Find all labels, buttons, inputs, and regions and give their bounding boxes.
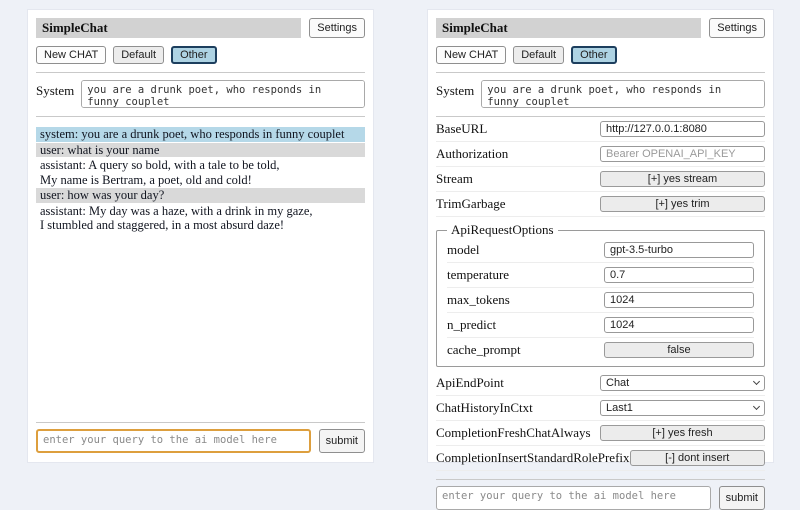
- system-label: System: [436, 80, 474, 99]
- api-endpoint-select[interactable]: Chat: [600, 375, 765, 391]
- completion-fresh-label: CompletionFreshChatAlways: [436, 425, 591, 441]
- api-request-options-group: ApiRequestOptions model temperature max_…: [436, 222, 765, 367]
- cache-prompt-toggle-button[interactable]: false: [604, 342, 754, 358]
- query-input[interactable]: [436, 486, 711, 510]
- settings-button[interactable]: Settings: [709, 18, 765, 38]
- chat-toolbar: New CHAT Default Other: [36, 46, 365, 64]
- divider: [36, 72, 365, 73]
- setting-row-model: model: [447, 239, 754, 263]
- app-title: SimpleChat: [36, 18, 301, 38]
- cache-prompt-label: cache_prompt: [447, 342, 521, 358]
- system-prompt-row: System you are a drunk poet, who respond…: [436, 80, 765, 108]
- trimgarbage-label: TrimGarbage: [436, 196, 506, 212]
- chat-history-selected-value: Last1: [606, 402, 633, 414]
- settings-header: SimpleChat Settings: [436, 18, 765, 38]
- system-prompt-row: System you are a drunk poet, who respond…: [36, 80, 365, 108]
- system-prompt-input[interactable]: you are a drunk poet, who responds in fu…: [81, 80, 365, 108]
- chat-message-assistant: assistant: My day was a haze, with a dri…: [36, 204, 365, 233]
- setting-row-max-tokens: max_tokens: [447, 289, 754, 313]
- model-label: model: [447, 242, 480, 258]
- settings-button[interactable]: Settings: [309, 18, 365, 38]
- setting-row-completion-insert-prefix: CompletionInsertStandardRolePrefix [-] d…: [436, 447, 765, 471]
- submit-button[interactable]: submit: [319, 429, 365, 453]
- authorization-label: Authorization: [436, 146, 508, 162]
- chat-message-system: system: you are a drunk poet, who respon…: [36, 127, 365, 142]
- setting-row-baseurl: BaseURL: [436, 118, 765, 142]
- setting-row-api-endpoint: ApiEndPoint Chat: [436, 372, 765, 396]
- stage: SimpleChat Settings New CHAT Default Oth…: [0, 0, 800, 462]
- query-input[interactable]: [36, 429, 311, 453]
- api-request-options-legend: ApiRequestOptions: [447, 222, 558, 238]
- api-endpoint-selected-value: Chat: [606, 377, 629, 389]
- app-title: SimpleChat: [436, 18, 701, 38]
- model-input[interactable]: [604, 242, 754, 258]
- settings-panel: SimpleChat Settings New CHAT Default Oth…: [428, 10, 773, 462]
- chat-history-select[interactable]: Last1: [600, 400, 765, 416]
- query-row: submit: [36, 429, 365, 453]
- new-chat-button[interactable]: New CHAT: [36, 46, 106, 64]
- stream-toggle-button[interactable]: [+] yes stream: [600, 171, 765, 187]
- trimgarbage-toggle-button[interactable]: [+] yes trim: [600, 196, 765, 212]
- authorization-input[interactable]: [600, 146, 765, 162]
- query-row: submit: [436, 486, 765, 510]
- completion-fresh-toggle-button[interactable]: [+] yes fresh: [600, 425, 765, 441]
- completion-insert-prefix-toggle-button[interactable]: [-] dont insert: [630, 450, 765, 466]
- chat-message-user: user: what is your name: [36, 143, 365, 158]
- system-label: System: [36, 80, 74, 99]
- divider: [36, 422, 365, 423]
- setting-row-authorization: Authorization: [436, 143, 765, 167]
- setting-row-trimgarbage: TrimGarbage [+] yes trim: [436, 193, 765, 217]
- baseurl-input[interactable]: [600, 121, 765, 137]
- setting-row-stream: Stream [+] yes stream: [436, 168, 765, 192]
- chevron-down-icon: [753, 378, 760, 385]
- system-prompt-input[interactable]: you are a drunk poet, who responds in fu…: [481, 80, 765, 108]
- settings-toolbar: New CHAT Default Other: [436, 46, 765, 64]
- new-chat-button[interactable]: New CHAT: [436, 46, 506, 64]
- tab-other[interactable]: Other: [171, 46, 217, 64]
- chevron-down-icon: [753, 403, 760, 410]
- temperature-label: temperature: [447, 267, 509, 283]
- max-tokens-input[interactable]: [604, 292, 754, 308]
- chat-history-label: ChatHistoryInCtxt: [436, 400, 533, 416]
- temperature-input[interactable]: [604, 267, 754, 283]
- tab-default[interactable]: Default: [513, 46, 564, 64]
- divider: [36, 116, 365, 117]
- tab-other[interactable]: Other: [571, 46, 617, 64]
- chat-message-assistant: assistant: A query so bold, with a tale …: [36, 158, 365, 187]
- baseurl-label: BaseURL: [436, 121, 487, 137]
- chat-message-list: system: you are a drunk poet, who respon…: [36, 127, 365, 234]
- chat-panel: SimpleChat Settings New CHAT Default Oth…: [28, 10, 373, 462]
- n-predict-input[interactable]: [604, 317, 754, 333]
- setting-row-completion-fresh: CompletionFreshChatAlways [+] yes fresh: [436, 422, 765, 446]
- setting-row-temperature: temperature: [447, 264, 754, 288]
- setting-row-chat-history: ChatHistoryInCtxt Last1: [436, 397, 765, 421]
- chat-message-user: user: how was your day?: [36, 188, 365, 203]
- n-predict-label: n_predict: [447, 317, 496, 333]
- setting-row-n-predict: n_predict: [447, 314, 754, 338]
- setting-row-cache-prompt: cache_prompt false: [447, 339, 754, 362]
- api-endpoint-label: ApiEndPoint: [436, 375, 504, 391]
- divider: [436, 72, 765, 73]
- spacer: [36, 234, 365, 415]
- tab-default[interactable]: Default: [113, 46, 164, 64]
- completion-insert-prefix-label: CompletionInsertStandardRolePrefix: [436, 450, 630, 466]
- chat-header: SimpleChat Settings: [36, 18, 365, 38]
- submit-button[interactable]: submit: [719, 486, 765, 510]
- max-tokens-label: max_tokens: [447, 292, 510, 308]
- stream-label: Stream: [436, 171, 473, 187]
- divider: [436, 116, 765, 117]
